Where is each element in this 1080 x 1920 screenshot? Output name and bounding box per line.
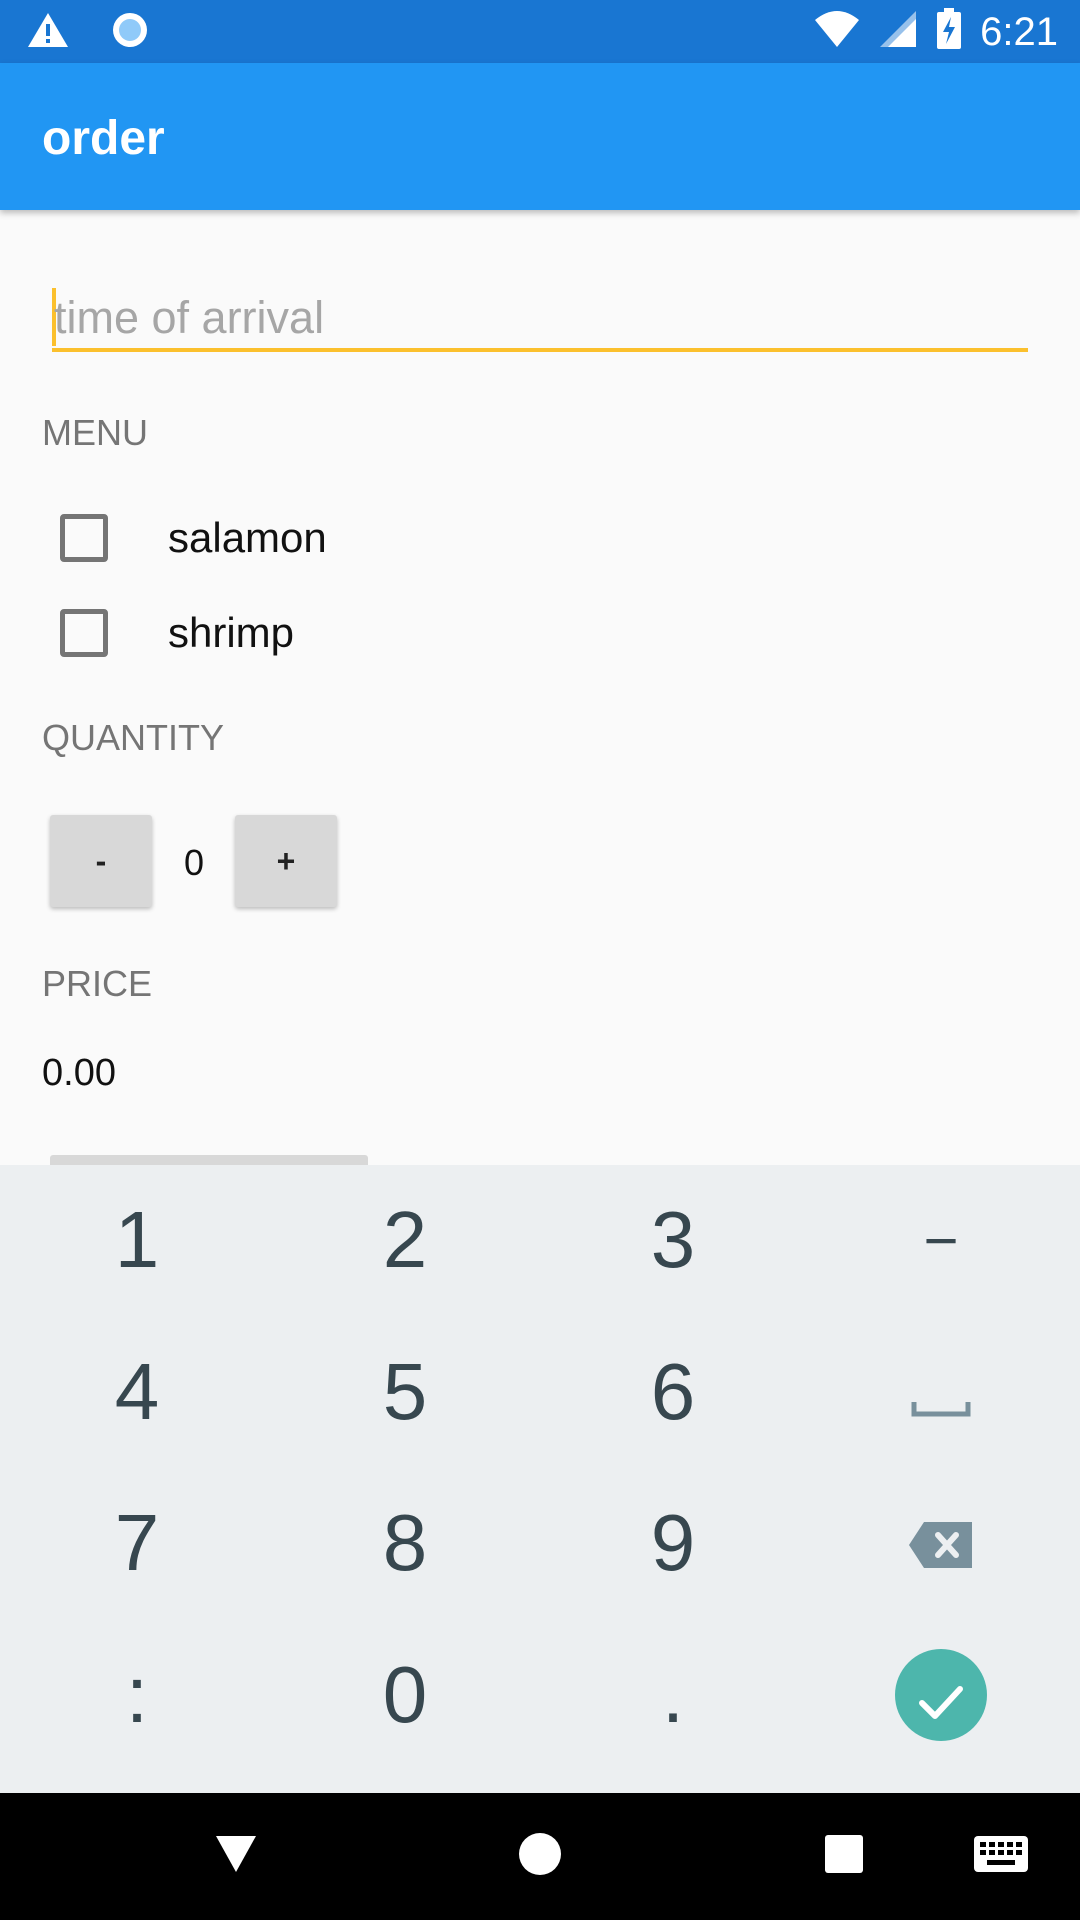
check-icon: [917, 1649, 965, 1741]
space-icon: [911, 1346, 971, 1438]
order-button[interactable]: [50, 1155, 368, 1165]
price-value: 0.00: [42, 1052, 116, 1094]
battery-charging-icon: [936, 8, 962, 55]
key-9[interactable]: 9: [539, 1468, 807, 1618]
arrival-time-placeholder: time of arrival: [54, 292, 325, 343]
key-backspace[interactable]: [807, 1468, 1075, 1618]
arrival-time-input[interactable]: time of arrival: [52, 278, 1028, 352]
checkbox-salamon[interactable]: [60, 514, 108, 562]
signal-icon: [878, 9, 918, 54]
circle-notification-icon: [110, 10, 150, 55]
recents-button[interactable]: [794, 1793, 894, 1920]
quantity-label: QUANTITY: [42, 717, 225, 758]
home-button[interactable]: [490, 1793, 590, 1920]
checkbox-shrimp[interactable]: [60, 609, 108, 657]
menu-item-salamon[interactable]: salamon: [60, 513, 327, 563]
back-icon: [214, 1834, 258, 1879]
menu-item-shrimp[interactable]: shrimp: [60, 608, 294, 658]
backspace-icon: [908, 1497, 974, 1589]
keyboard-switch-button[interactable]: [951, 1793, 1051, 1920]
numeric-keyboard: 1 2 3 − 4 5 6 7 8 9 : 0 .: [0, 1165, 1080, 1793]
key-space[interactable]: [807, 1317, 1075, 1467]
order-form: time of arrival MENU salamon shrimp QUAN…: [0, 210, 1080, 1165]
key-1[interactable]: 1: [3, 1165, 271, 1315]
key-7[interactable]: 7: [3, 1468, 271, 1618]
app-title: order: [42, 112, 165, 165]
key-done[interactable]: [807, 1620, 1075, 1770]
minus-symbol: −: [923, 1206, 959, 1274]
system-nav-bar: [0, 1793, 1080, 1920]
home-icon: [518, 1832, 562, 1881]
menu-item-label: shrimp: [168, 609, 295, 656]
menu-item-label: salamon: [168, 514, 327, 561]
app-bar: order: [0, 63, 1080, 210]
key-3[interactable]: 3: [539, 1165, 807, 1315]
key-4[interactable]: 4: [3, 1317, 271, 1467]
quantity-value: 0: [183, 842, 205, 883]
keyboard-switch-icon: [973, 1835, 1029, 1878]
status-bar: 6:21: [0, 0, 1080, 63]
wifi-icon: [814, 10, 860, 53]
price-label: PRICE: [42, 963, 153, 1004]
key-colon[interactable]: :: [3, 1620, 271, 1770]
key-minus[interactable]: −: [807, 1165, 1075, 1315]
menu-label: MENU: [42, 412, 148, 453]
key-8[interactable]: 8: [271, 1468, 539, 1618]
done-button[interactable]: [895, 1649, 987, 1741]
increment-button[interactable]: +: [235, 815, 337, 907]
key-6[interactable]: 6: [539, 1317, 807, 1467]
recents-icon: [824, 1834, 864, 1879]
key-0[interactable]: 0: [271, 1620, 539, 1770]
key-5[interactable]: 5: [271, 1317, 539, 1467]
back-button[interactable]: [186, 1793, 286, 1920]
decrement-button[interactable]: -: [50, 815, 152, 907]
warning-icon: [26, 11, 70, 54]
key-2[interactable]: 2: [271, 1165, 539, 1315]
status-time: 6:21: [980, 9, 1058, 54]
key-dot[interactable]: .: [539, 1620, 807, 1770]
